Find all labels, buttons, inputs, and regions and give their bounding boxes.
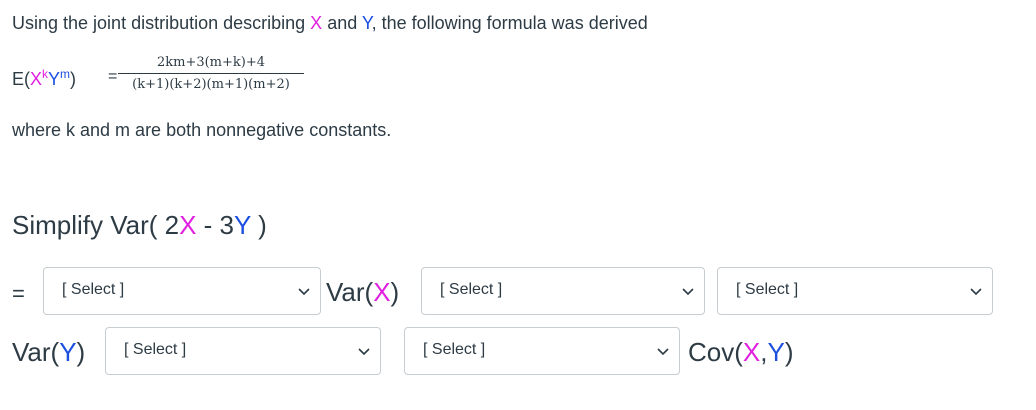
- select-value: [ Select ]: [124, 341, 187, 358]
- sign-cov-select[interactable]: [ Select ]: [105, 327, 381, 375]
- chevron-down-icon: [970, 288, 982, 296]
- chevron-down-icon: [298, 288, 310, 296]
- select-value: [ Select ]: [736, 281, 799, 298]
- lhs-e: E(: [12, 69, 30, 89]
- cov-prefix: Cov(: [688, 337, 743, 367]
- question-mid: - 3: [196, 210, 235, 240]
- var-y-variable: Y: [59, 337, 77, 367]
- expectation-formula: E(XkYm) = 2km+3(m+k)+4 (k+1)(k+2)(m+1)(m…: [12, 55, 332, 105]
- lhs-x: X: [30, 69, 43, 89]
- question-suffix: ): [250, 210, 267, 240]
- answer-equals: =: [12, 281, 25, 306]
- var-y-prefix: Var(: [12, 337, 60, 367]
- var-x-suffix: ): [390, 277, 400, 307]
- cov-term: Cov(X,Y): [688, 337, 794, 368]
- coef-var-y-select[interactable]: [ Select ]: [421, 267, 705, 315]
- lhs-y: Y: [48, 69, 61, 89]
- cov-x: X: [742, 337, 761, 367]
- lhs-m-exponent: m: [60, 67, 71, 81]
- var-x-term: Var(X): [326, 277, 399, 308]
- chevron-down-icon: [358, 348, 370, 356]
- lhs-close: ): [70, 69, 77, 89]
- intro-part1: Using the joint distribution describing: [12, 13, 311, 33]
- formula-denominator: (k+1)(k+2)(m+1)(m+2): [132, 77, 290, 92]
- select-value: [ Select ]: [440, 281, 503, 298]
- intro-text: Using the joint distribution describing …: [12, 13, 648, 34]
- cov-suffix: ): [784, 337, 794, 367]
- question-y: Y: [234, 210, 251, 240]
- question-heading: Simplify Var( 2X - 3Y ): [12, 210, 267, 241]
- var-x-variable: X: [373, 277, 391, 307]
- question-x: X: [179, 210, 197, 240]
- formula-fraction: 2km+3(m+k)+4 (k+1)(k+2)(m+1)(m+2): [116, 55, 306, 92]
- formula-lhs: E(XkYm): [12, 67, 76, 90]
- var-y-suffix: ): [76, 337, 86, 367]
- select-value: [ Select ]: [62, 281, 125, 298]
- chevron-down-icon: [682, 288, 694, 296]
- intro-part3: , the following formula was derived: [371, 13, 648, 33]
- var-x-prefix: Var(: [326, 277, 374, 307]
- coef-cov-select[interactable]: [ Select ]: [404, 327, 680, 375]
- sign-select[interactable]: [ Select ]: [717, 267, 993, 315]
- cov-y: Y: [767, 337, 785, 367]
- var-y-term: Var(Y): [12, 337, 85, 368]
- chevron-down-icon: [657, 348, 669, 356]
- variable-y: Y: [361, 13, 372, 33]
- where-text: where k and m are both nonnegative const…: [12, 120, 392, 140]
- variable-x: X: [310, 13, 323, 33]
- question-prefix: Simplify Var( 2: [12, 210, 180, 240]
- intro-part2: and: [322, 13, 362, 33]
- select-value: [ Select ]: [423, 341, 486, 358]
- coef-var-x-select[interactable]: [ Select ]: [43, 267, 321, 315]
- formula-numerator: 2km+3(m+k)+4: [156, 55, 266, 70]
